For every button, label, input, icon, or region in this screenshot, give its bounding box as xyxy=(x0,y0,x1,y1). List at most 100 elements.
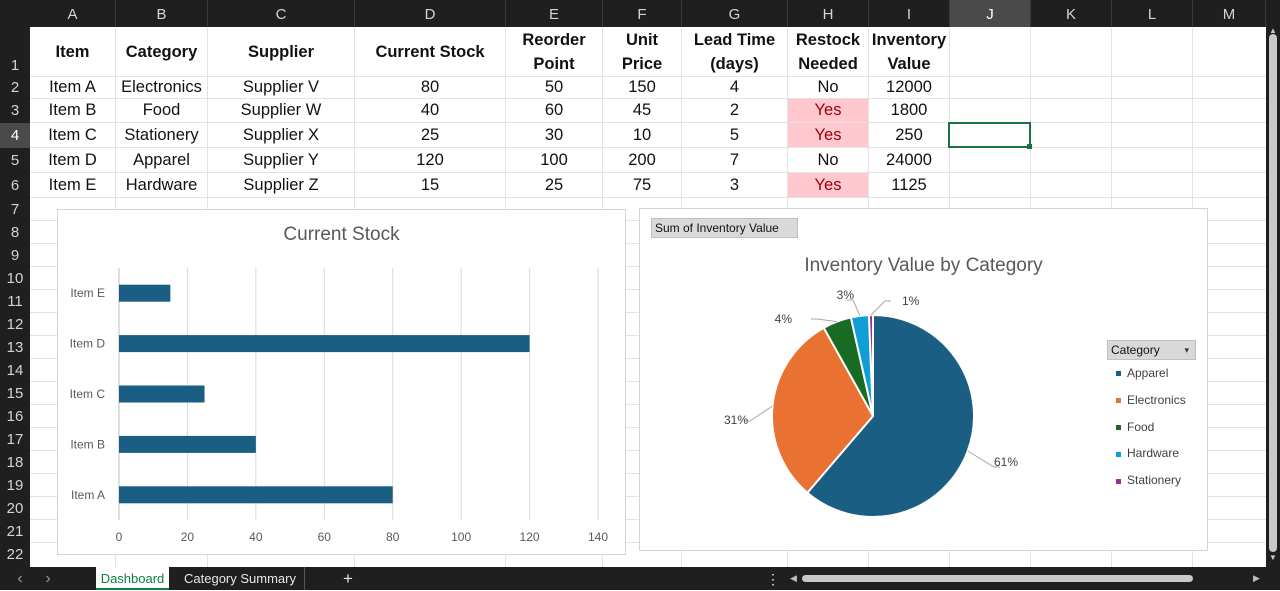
cell-value[interactable]: 24000 xyxy=(869,148,949,172)
row-header-15[interactable]: 15 xyxy=(0,382,30,405)
header-lead-line2[interactable]: (days) xyxy=(682,52,787,76)
cell-price[interactable]: 45 xyxy=(603,99,681,122)
row-header-16[interactable]: 16 xyxy=(0,405,30,428)
column-header-j[interactable]: J xyxy=(950,0,1031,27)
column-header-d[interactable]: D xyxy=(355,0,506,27)
bar-item-e[interactable] xyxy=(119,284,171,302)
legend-category-filter[interactable]: Category ▾ xyxy=(1107,340,1196,360)
header-invval-line1[interactable]: Inventory xyxy=(869,28,949,52)
cell-category[interactable]: Food xyxy=(116,99,207,122)
cell-lead[interactable]: 7 xyxy=(682,148,787,172)
column-header-h[interactable]: H xyxy=(788,0,869,27)
vertical-scroll-thumb[interactable] xyxy=(1269,34,1277,552)
cell-value[interactable]: 1800 xyxy=(869,99,949,122)
row-header-20[interactable]: 20 xyxy=(0,497,30,520)
legend-item-food[interactable]: Food xyxy=(1116,420,1154,434)
row-header-12[interactable]: 12 xyxy=(0,313,30,336)
row-header-22[interactable]: 22 xyxy=(0,543,30,567)
cell-lead[interactable]: 4 xyxy=(682,77,787,98)
row-header-10[interactable]: 10 xyxy=(0,267,30,290)
header-unit-line2[interactable]: Price xyxy=(603,52,681,76)
cell-reorder[interactable]: 60 xyxy=(506,99,602,122)
scroll-right-icon[interactable]: ▶ xyxy=(1253,573,1261,583)
cell-stock[interactable]: 80 xyxy=(355,77,505,98)
bar-item-b[interactable] xyxy=(119,435,256,453)
legend-item-hardware[interactable]: Hardware xyxy=(1116,446,1179,460)
cell-price[interactable]: 75 xyxy=(603,173,681,197)
add-sheet-button[interactable]: + xyxy=(338,567,358,590)
column-header-f[interactable]: F xyxy=(603,0,682,27)
chevron-down-icon[interactable]: ▾ xyxy=(1184,341,1189,360)
tab-dashboard[interactable]: Dashboard xyxy=(96,567,169,590)
row-header-19[interactable]: 19 xyxy=(0,474,30,497)
cell-category[interactable]: Stationery xyxy=(116,123,207,147)
cell-lead[interactable]: 5 xyxy=(682,123,787,147)
horizontal-scroll-thumb[interactable] xyxy=(802,575,1193,582)
cell-item[interactable]: Item B xyxy=(30,99,115,122)
cell-supplier[interactable]: Supplier Y xyxy=(208,148,354,172)
tab-category-summary[interactable]: Category Summary xyxy=(176,567,305,590)
cell-price[interactable]: 150 xyxy=(603,77,681,98)
cell-item[interactable]: Item E xyxy=(30,173,115,197)
row-header-1[interactable]: 1 xyxy=(0,27,30,77)
cell-value[interactable]: 1125 xyxy=(869,173,949,197)
cell-restock[interactable]: No xyxy=(788,77,868,98)
cell-value[interactable]: 12000 xyxy=(869,77,949,98)
cell-item[interactable]: Item D xyxy=(30,148,115,172)
bar-item-d[interactable] xyxy=(119,335,530,353)
cell-restock[interactable]: Yes xyxy=(788,99,868,122)
header-current-stock[interactable]: Current Stock xyxy=(355,40,505,64)
cell-category[interactable]: Electronics xyxy=(116,77,207,98)
column-header-c[interactable]: C xyxy=(208,0,355,27)
cell-reorder[interactable]: 50 xyxy=(506,77,602,98)
row-header-17[interactable]: 17 xyxy=(0,428,30,451)
cell-value[interactable]: 250 xyxy=(869,123,949,147)
cell-lead[interactable]: 3 xyxy=(682,173,787,197)
row-header-7[interactable]: 7 xyxy=(0,198,30,221)
column-header-l[interactable]: L xyxy=(1112,0,1193,27)
fill-handle[interactable] xyxy=(1027,144,1032,149)
row-header-11[interactable]: 11 xyxy=(0,290,30,313)
more-options-icon[interactable]: ⋮ xyxy=(766,567,780,590)
column-header-g[interactable]: G xyxy=(682,0,788,27)
row-header-18[interactable]: 18 xyxy=(0,451,30,474)
cell-restock[interactable]: Yes xyxy=(788,123,868,147)
header-category[interactable]: Category xyxy=(116,40,207,64)
column-header-m[interactable]: M xyxy=(1193,0,1266,27)
cell-category[interactable]: Apparel xyxy=(116,148,207,172)
pie-chart[interactable]: Sum of Inventory Value Inventory Value b… xyxy=(639,208,1208,551)
header-restock-line2[interactable]: Needed xyxy=(788,52,868,76)
cell-category[interactable]: Hardware xyxy=(116,173,207,197)
bar-item-a[interactable] xyxy=(119,486,393,504)
header-unit-line1[interactable]: Unit xyxy=(603,28,681,52)
scroll-left-icon[interactable]: ◀ xyxy=(790,573,798,583)
cell-item[interactable]: Item C xyxy=(30,123,115,147)
cell-stock[interactable]: 15 xyxy=(355,173,505,197)
cell-supplier[interactable]: Supplier X xyxy=(208,123,354,147)
cell-stock[interactable]: 25 xyxy=(355,123,505,147)
scroll-up-icon[interactable]: ▲ xyxy=(1268,27,1278,35)
header-reorder-line2[interactable]: Point xyxy=(506,52,602,76)
cell-item[interactable]: Item A xyxy=(30,77,115,98)
cell-stock[interactable]: 120 xyxy=(355,148,505,172)
selected-cell[interactable] xyxy=(948,122,1031,148)
row-header-2[interactable]: 2 xyxy=(0,77,30,99)
cell-supplier[interactable]: Supplier W xyxy=(208,99,354,122)
cell-price[interactable]: 200 xyxy=(603,148,681,172)
cell-stock[interactable]: 40 xyxy=(355,99,505,122)
header-supplier[interactable]: Supplier xyxy=(208,40,354,64)
row-header-21[interactable]: 21 xyxy=(0,520,30,543)
cell-reorder[interactable]: 30 xyxy=(506,123,602,147)
cell-restock[interactable]: No xyxy=(788,148,868,172)
row-header-14[interactable]: 14 xyxy=(0,359,30,382)
column-header-k[interactable]: K xyxy=(1031,0,1112,27)
header-restock-line1[interactable]: Restock xyxy=(788,28,868,52)
prev-sheet-icon[interactable]: ‹ xyxy=(10,567,30,590)
column-header-e[interactable]: E xyxy=(506,0,603,27)
legend-item-electronics[interactable]: Electronics xyxy=(1116,393,1186,407)
cell-supplier[interactable]: Supplier V xyxy=(208,77,354,98)
next-sheet-icon[interactable]: › xyxy=(38,567,58,590)
header-lead-line1[interactable]: Lead Time xyxy=(682,28,787,52)
row-header-6[interactable]: 6 xyxy=(0,173,30,198)
cell-restock[interactable]: Yes xyxy=(788,173,868,197)
